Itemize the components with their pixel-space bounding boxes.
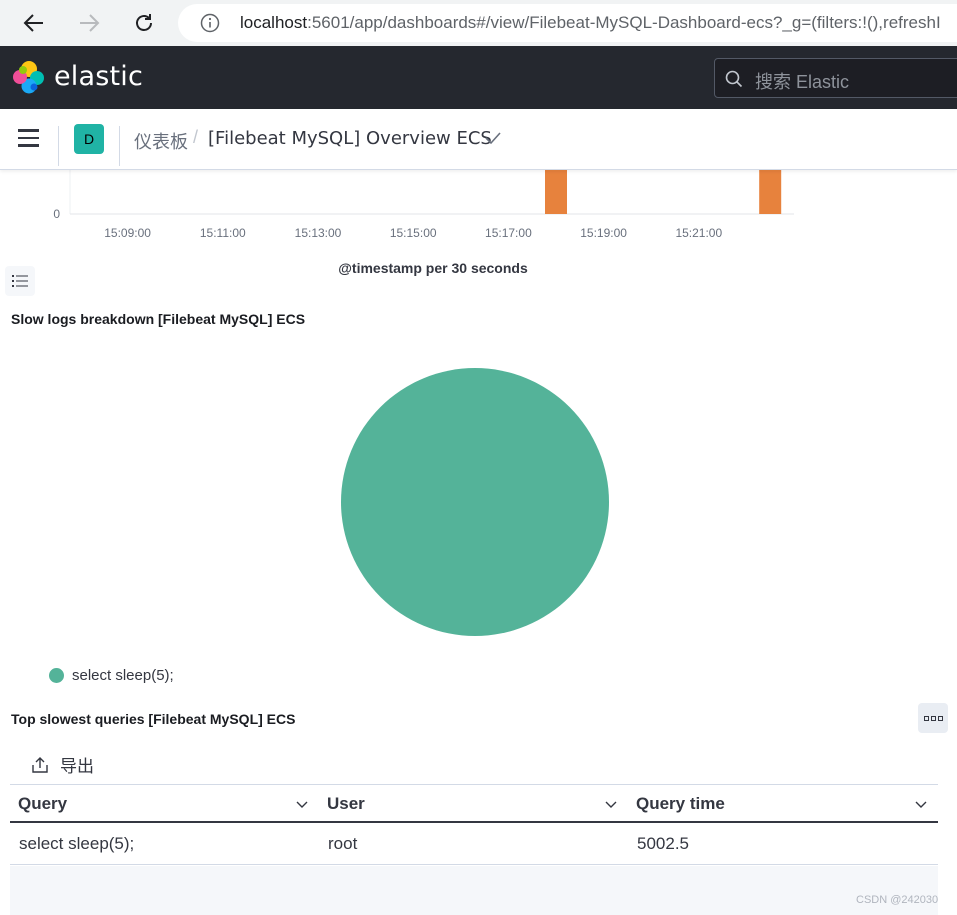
url-text[interactable]: localhost:5601/app/dashboards#/view/File…: [240, 13, 941, 33]
column-header-label: Query: [18, 793, 68, 813]
info-icon[interactable]: [200, 13, 220, 33]
check-icon[interactable]: [484, 131, 502, 145]
dot-icon: [937, 715, 943, 721]
export-icon: [32, 756, 48, 773]
arrow-left-icon: [23, 14, 43, 32]
arrow-right-icon: [80, 14, 100, 32]
table-footer: [10, 866, 938, 915]
search-placeholder: 搜索 Elastic: [755, 72, 850, 92]
forward-button[interactable]: [73, 7, 105, 39]
breadcrumb-dashboards[interactable]: 仪表板: [134, 128, 188, 154]
column-header-label: User: [327, 793, 365, 813]
table-row: select sleep(5); root 5002.5: [10, 823, 938, 865]
x-tick-label: 15:13:00: [295, 226, 342, 240]
chevron-down-icon[interactable]: [914, 797, 928, 811]
search-icon: [725, 70, 743, 88]
watermark: CSDN @242030: [856, 894, 939, 906]
chevron-down-icon[interactable]: [604, 797, 618, 811]
column-header-query-time[interactable]: Query time: [628, 785, 938, 822]
export-label: 导出: [60, 757, 94, 777]
x-tick-label: 15:19:00: [580, 226, 627, 240]
x-tick-label: 15:21:00: [675, 226, 722, 240]
export-button[interactable]: 导出: [30, 752, 94, 777]
divider: [58, 126, 59, 166]
histogram-bar[interactable]: [759, 170, 782, 214]
dashboard-content: 0 15:09:00 15:11:00 15:13:00 15:15:00 15:17:0…: [0, 170, 957, 915]
reload-button[interactable]: [128, 7, 160, 39]
table-cell-query-time[interactable]: 5002.5: [628, 823, 938, 864]
x-tick-label: 15:15:00: [390, 226, 437, 240]
table-panel-title: Top slowest queries [Filebeat MySQL] ECS: [11, 711, 296, 727]
elastic-header: elastic 搜索 Elastic: [0, 46, 957, 109]
table-cell-user[interactable]: root: [319, 823, 628, 864]
y-tick-label: 0: [53, 207, 60, 221]
column-header-label: Query time: [636, 793, 725, 813]
list-icon: [12, 275, 28, 287]
breadcrumb-bar: D 仪表板 / [Filebeat MySQL] Overview ECS: [0, 109, 957, 170]
column-header-query[interactable]: Query: [10, 785, 319, 822]
browser-toolbar: localhost:5601/app/dashboards#/view/File…: [0, 0, 957, 46]
data-table: Query User Query time select sleep(5); r…: [10, 784, 938, 865]
table-header: Query User Query time: [10, 784, 938, 823]
histogram-bar[interactable]: [545, 170, 567, 214]
column-header-user[interactable]: User: [319, 785, 628, 822]
pie-legend-label[interactable]: select sleep(5);: [72, 667, 174, 684]
legend-toggle-button[interactable]: [5, 266, 35, 296]
space-avatar[interactable]: D: [74, 124, 104, 154]
chevron-down-icon[interactable]: [295, 797, 309, 811]
brand-name: elastic: [54, 61, 144, 92]
pie-panel-title: Slow logs breakdown [Filebeat MySQL] ECS: [11, 311, 306, 327]
histogram-x-axis-label: @timestamp per 30 seconds: [338, 260, 528, 276]
table-cell-query[interactable]: select sleep(5);: [10, 823, 319, 864]
dot-icon: [923, 715, 929, 721]
panel-options-button[interactable]: [918, 703, 948, 733]
menu-icon[interactable]: [18, 129, 40, 147]
histogram-chart: 0 15:09:00 15:11:00 15:13:00 15:15:00 15:17:0…: [53, 170, 794, 240]
dot-icon: [930, 715, 936, 721]
url-path: :5601/app/dashboards#/view/Filebeat-MySQ…: [307, 13, 941, 32]
x-tick-label: 15:09:00: [104, 226, 151, 240]
back-button[interactable]: [18, 7, 50, 39]
divider: [119, 126, 120, 166]
pie-chart: [341, 368, 609, 636]
reload-icon: [136, 14, 152, 31]
legend-color-swatch: [49, 668, 64, 683]
breadcrumb-current: [Filebeat MySQL] Overview ECS: [208, 128, 492, 149]
address-bar[interactable]: localhost:5601/app/dashboards#/view/File…: [178, 4, 957, 42]
x-tick-label: 15:17:00: [485, 226, 532, 240]
pie-legend[interactable]: select sleep(5);: [49, 667, 174, 684]
global-search-input[interactable]: 搜索 Elastic: [714, 58, 957, 98]
elastic-logo-icon[interactable]: [12, 60, 46, 94]
x-tick-label: 15:11:00: [200, 226, 246, 240]
pie-slice[interactable]: [341, 368, 609, 636]
url-host: localhost: [240, 13, 308, 32]
breadcrumb-separator: /: [193, 127, 199, 147]
